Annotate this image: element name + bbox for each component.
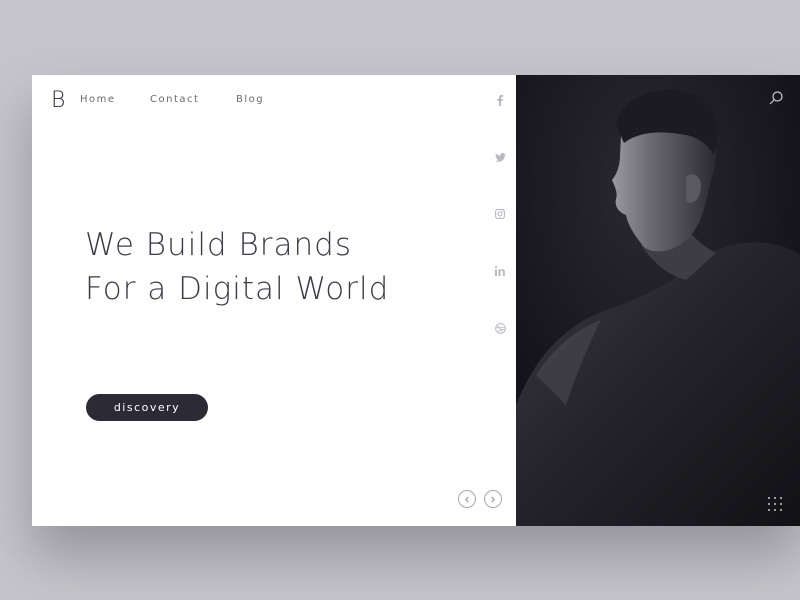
nav-item-home[interactable]: Home — [80, 94, 116, 105]
nav-item-blog[interactable]: Blog — [236, 94, 264, 105]
grid-menu-icon[interactable] — [767, 496, 783, 512]
headline-line-1: We Build Brands — [85, 227, 352, 263]
prev-slide-button[interactable] — [458, 490, 476, 508]
discovery-button[interactable]: discovery — [86, 394, 208, 421]
chevron-right-icon — [491, 496, 495, 502]
facebook-icon[interactable] — [493, 93, 507, 107]
next-slide-button[interactable] — [484, 490, 502, 508]
brand-logo[interactable]: B — [51, 88, 65, 113]
left-panel: B Home Contact Blog We Build Brands For … — [32, 75, 516, 526]
landing-card: B Home Contact Blog We Build Brands For … — [32, 75, 800, 526]
search-icon[interactable] — [768, 90, 784, 106]
hero-headline: We Build Brands For a Digital World — [85, 223, 389, 311]
headline-line-2: For a Digital World — [85, 271, 390, 307]
hero-image-panel — [516, 75, 800, 526]
dribbble-icon[interactable] — [493, 321, 507, 335]
portrait-photo — [516, 75, 800, 526]
instagram-icon[interactable] — [493, 207, 507, 221]
nav-item-contact[interactable]: Contact — [150, 94, 199, 105]
chevron-left-icon — [465, 496, 469, 502]
linkedin-icon[interactable] — [493, 264, 507, 278]
twitter-icon[interactable] — [493, 150, 507, 164]
